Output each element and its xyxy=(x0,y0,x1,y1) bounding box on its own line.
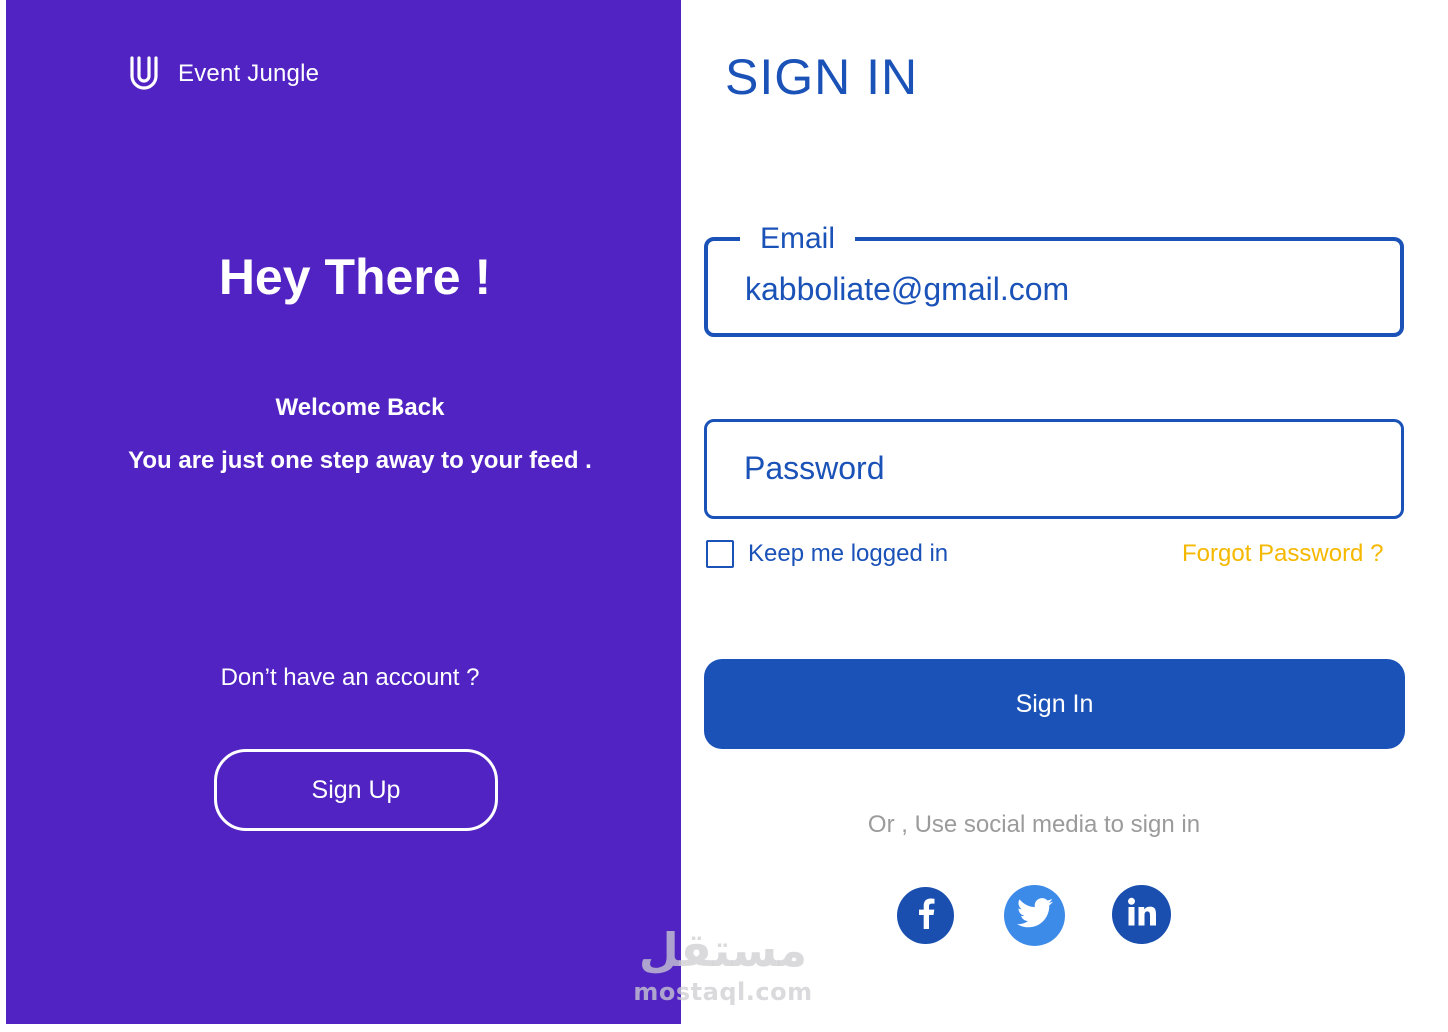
brand-logo[interactable]: Event Jungle xyxy=(128,56,319,92)
hero-heading: Hey There ! xyxy=(218,249,492,305)
u-logo-icon xyxy=(128,56,160,92)
twitter-button[interactable] xyxy=(1004,885,1065,946)
brand-name: Event Jungle xyxy=(178,60,320,87)
sign-in-button[interactable]: Sign In xyxy=(704,659,1405,749)
linkedin-button[interactable] xyxy=(1112,885,1171,944)
facebook-button[interactable] xyxy=(897,887,954,944)
social-prompt: Or , Use social media to sign in xyxy=(867,811,1201,838)
watermark-latin: mostaql.com xyxy=(633,978,813,1006)
no-account-text: Don’t have an account ? xyxy=(220,664,480,691)
linkedin-icon xyxy=(1127,897,1157,932)
email-value[interactable]: kabboliate@gmail.com xyxy=(745,269,1069,309)
keep-logged-in-label: Keep me logged in xyxy=(748,540,949,567)
email-label: Email xyxy=(740,219,856,259)
keep-logged-in-option[interactable]: Keep me logged in xyxy=(706,540,948,568)
password-placeholder[interactable]: Password xyxy=(744,448,885,488)
email-field[interactable]: Email kabboliate@gmail.com xyxy=(704,219,1404,337)
password-field[interactable]: Password xyxy=(704,419,1404,519)
tagline-text: You are just one step away to your feed … xyxy=(128,447,592,474)
sign-up-button[interactable]: Sign Up xyxy=(214,749,498,831)
forgot-password-link[interactable]: Forgot Password ? xyxy=(1182,540,1383,568)
welcome-text: Welcome Back xyxy=(275,394,445,421)
mostaql-watermark: مستقل mostaql.com xyxy=(620,922,826,1006)
sign-in-title: SIGN IN xyxy=(725,49,919,105)
watermark-arabic: مستقل xyxy=(638,923,808,977)
keep-logged-in-checkbox[interactable] xyxy=(706,540,734,568)
welcome-panel xyxy=(6,0,681,1024)
facebook-icon xyxy=(916,897,936,934)
twitter-icon xyxy=(1016,898,1053,933)
